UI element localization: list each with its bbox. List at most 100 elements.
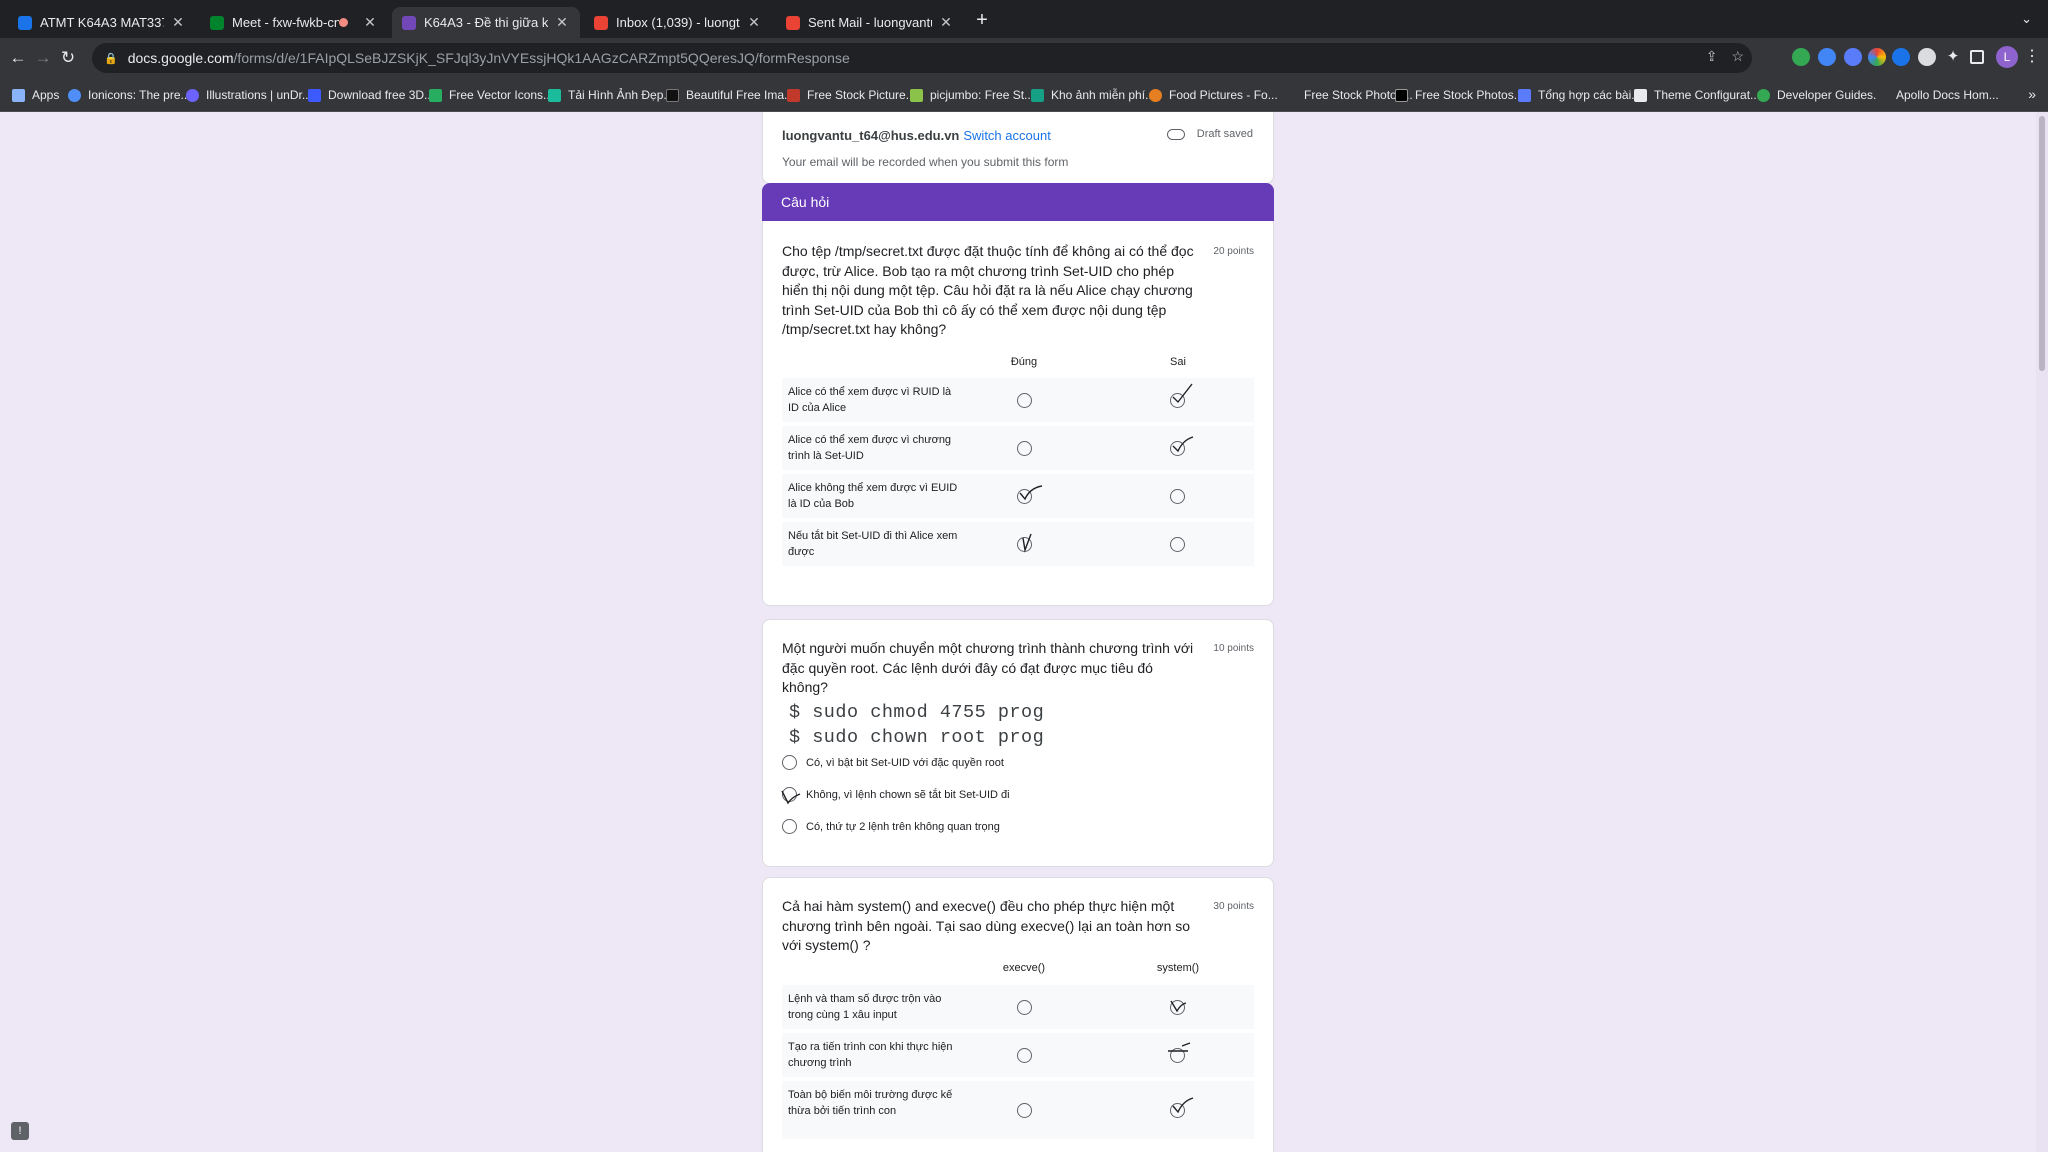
extension-icon[interactable] [1844,48,1862,66]
report-feedback-icon[interactable]: ! [11,1122,29,1140]
side-panel-icon[interactable] [1970,50,1984,64]
page-scrollbar[interactable] [2036,112,2048,1152]
bookmark-item[interactable]: Developer Guides... [1757,87,1883,103]
bookmark-item[interactable]: Apollo Docs Hom... [1876,87,1999,103]
close-icon[interactable]: ✕ [170,14,186,31]
bookmark-item[interactable]: Free Stock Photos... [1284,87,1413,103]
tab-title: Inbox (1,039) - luongtu650@g [616,15,740,30]
radio-dung[interactable] [1017,393,1032,408]
apollo-icon [1876,88,1889,102]
bookmark-apps[interactable]: Apps [12,87,59,103]
radio-system[interactable] [1170,1103,1185,1118]
close-icon[interactable]: ✕ [938,14,954,31]
close-icon[interactable]: ✕ [746,14,762,31]
grid-row-label: Lệnh và tham số được trộn vào trong cùng… [788,993,942,1021]
radio-dung[interactable] [1017,441,1032,456]
share-icon[interactable]: ⇪ [1706,48,1718,65]
bookmark-item[interactable]: Kho ảnh miễn phí... [1031,87,1155,103]
radio-dung[interactable] [1017,537,1032,552]
extension-circle-icon[interactable] [1918,48,1936,66]
bookmark-item[interactable]: Theme Configurat... [1634,87,1760,103]
radio-sai[interactable] [1170,489,1185,504]
bookmark-item[interactable]: Illustrations | unDr... [186,87,312,103]
forward-arrow-icon[interactable]: → [31,46,55,70]
bookmark-item[interactable]: Free Stock Picture... [787,87,916,103]
extension-j-icon[interactable] [1892,48,1910,66]
browser-tab[interactable]: Meet - fxw-fwkb-cnf ✕ [200,7,388,38]
reload-icon[interactable]: ↻ [56,46,80,70]
tab-search-chevron-icon[interactable]: ⌄ [2021,11,2032,27]
back-arrow-icon[interactable]: ← [6,46,30,70]
bookmarks-overflow-icon[interactable]: » [2028,86,2036,102]
radio-system[interactable] [1170,1048,1185,1063]
radio-system[interactable] [1170,1000,1185,1015]
bookmark-item[interactable]: Download free 3D... [308,87,434,103]
radio-execve[interactable] [1017,1103,1032,1118]
radio-sai[interactable] [1170,393,1185,408]
3d-icon [308,88,321,102]
burst-icon [1395,88,1408,102]
question-card-3: Cả hai hàm system() and execve() đều cho… [762,877,1274,1152]
radio-dung[interactable] [1017,489,1032,504]
grid-row: Tạo ra tiến trình con khi thực hiện chươ… [782,1033,1254,1077]
extension-shield-icon[interactable] [1792,48,1810,66]
bookmark-item[interactable]: picjumbo: Free St... [910,87,1034,103]
option-label: Có, vì bật bit Set-UID với đặc quyền roo… [806,756,1004,769]
bookmark-label: Kho ảnh miễn phí... [1051,88,1156,102]
forms-favicon-icon [402,15,416,30]
option-row[interactable]: Có, vì bật bit Set-UID với đặc quyền roo… [782,755,1004,770]
bookmark-star-icon[interactable]: ☆ [1731,48,1744,65]
radio-sai[interactable] [1170,537,1185,552]
bookmark-item[interactable]: Ionicons: The pre... [68,87,191,103]
email-text: luongvantu_t64@hus.edu.vn [782,128,960,143]
more-menu-icon[interactable]: ⋮ [2024,46,2040,66]
grid-row: Alice có thể xem được vì chương trình là… [782,426,1254,470]
close-icon[interactable]: ✕ [362,14,378,31]
scrollbar-thumb[interactable] [2039,116,2045,371]
switch-account-link[interactable]: Switch account [963,128,1050,143]
bookmark-label: Apps [32,88,60,102]
bookmark-item[interactable]: Free Vector Icons... [429,87,553,103]
tab-title: Meet - fxw-fwkb-cnf [232,15,339,30]
address-bar[interactable]: 🔒 docs.google.com/forms/d/e/1FAIpQLSeBJZ… [92,43,1752,73]
radio-sai[interactable] [1170,441,1185,456]
stock-photos-icon [1284,88,1297,102]
account-email: luongvantu_t64@hus.edu.vn Switch account [782,128,1051,143]
extension-translate-icon[interactable] [1818,48,1836,66]
close-icon[interactable]: ✕ [554,14,570,31]
code-line: $ sudo chown root prog [789,727,1045,748]
theme-config-icon [1634,88,1647,102]
picjumbo-icon [910,88,923,102]
browser-tab[interactable]: ATMT K64A3 MAT3373 Th2 7- ✕ [8,7,196,38]
developer-guides-icon [1757,88,1770,102]
radio-option[interactable] [782,819,797,834]
bookmark-item[interactable]: Free Stock Photos... [1395,87,1524,103]
extension-color-icon[interactable] [1868,48,1886,66]
bookmark-item[interactable]: Tổng hợp các bài... [1518,87,1641,103]
new-tab-button[interactable]: + [970,9,994,32]
grid-column-header: Sai [1170,356,1186,368]
bookmark-label: Free Stock Picture... [807,88,916,102]
option-row[interactable]: Không, vì lệnh chown sẽ tắt bit Set-UID … [781,787,1010,805]
url-path: /forms/d/e/1FAIpQLSeBJZSKjK_SFJql3yJnVYE… [233,50,850,66]
bookmark-label: Free Vector Icons... [449,88,554,102]
radio-execve[interactable] [1017,1000,1032,1015]
browser-tab[interactable]: Sent Mail - luongvantu_t64@h ✕ [776,7,964,38]
gmail-favicon-icon [786,15,800,30]
browser-toolbar: ← → ↻ 🔒 docs.google.com/forms/d/e/1FAIpQ… [0,38,2048,78]
option-row[interactable]: Có, thứ tự 2 lệnh trên không quan trọng [782,819,1000,834]
stocksnap-icon [787,88,800,102]
radio-option[interactable] [782,755,797,770]
profile-avatar[interactable]: L [1996,46,2018,68]
bookmark-label: Developer Guides... [1777,88,1884,102]
extensions-puzzle-icon[interactable]: ✦ [1944,48,1962,66]
bookmark-item[interactable]: Food Pictures - Fo... [1149,87,1278,103]
browser-tab-active[interactable]: K64A3 - Đề thi giữa kỳ - An toàn ✕ [392,7,580,38]
radio-option[interactable] [782,787,797,802]
url-host: docs.google.com [127,50,234,66]
radio-execve[interactable] [1017,1048,1032,1063]
bookmark-item[interactable]: Beautiful Free Ima... [666,87,794,103]
bookmark-item[interactable]: Tải Hình Ảnh Đẹp... [548,87,673,103]
browser-tab[interactable]: Inbox (1,039) - luongtu650@g ✕ [584,7,772,38]
cloud-saved-icon [1166,128,1185,140]
